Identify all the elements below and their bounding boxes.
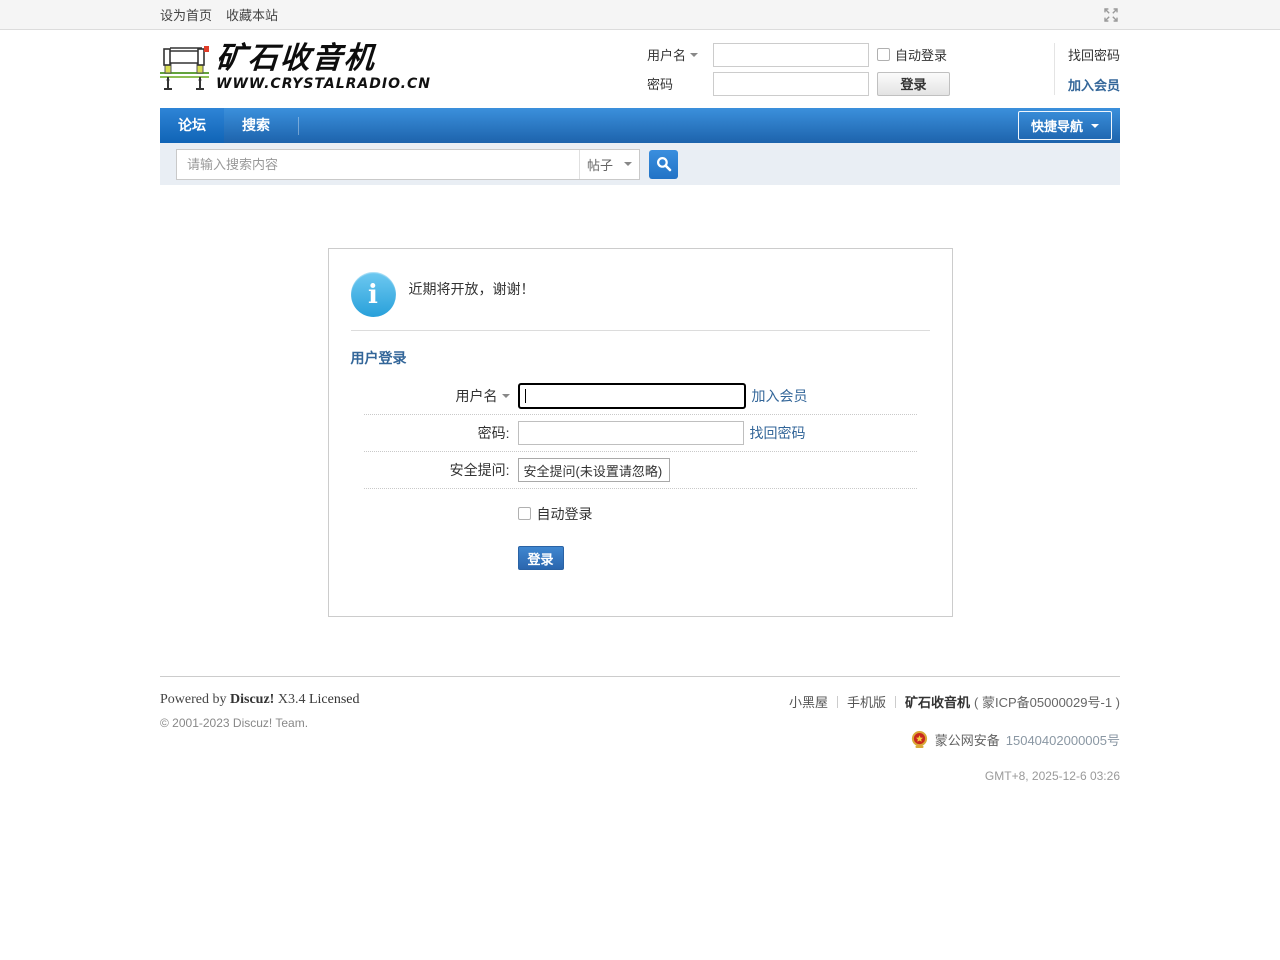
header-username-label: 用户名 <box>647 45 713 64</box>
nav-tab-forum[interactable]: 论坛 <box>160 108 224 143</box>
nav-tab-search[interactable]: 搜索 <box>224 108 288 143</box>
crystal-radio-logo-icon <box>160 44 212 95</box>
info-icon: i <box>351 272 396 317</box>
security-question-label-text: 安全提问: <box>450 460 510 480</box>
footer-left: Powered by Discuz! X3.4 Licensed © 2001-… <box>160 692 359 783</box>
site-header: 矿石收音机 WWW.CRYSTALRADIO.CN 用户名 自动登录 密码 登录 <box>160 30 1120 108</box>
timezone-timestamp: GMT+8, 2025-12-6 03:26 <box>789 769 1120 783</box>
security-question-value: 安全提问(未设置请忽略) <box>524 461 663 480</box>
login-button[interactable]: 登录 <box>518 546 564 570</box>
login-panel: i 近期将开放，谢谢！ 用户登录 用户名 加入会员 密码: 找回密码 安全提 <box>328 248 953 617</box>
search-scope-dropdown[interactable]: 帖子 <box>579 150 639 179</box>
username-input-wrap <box>518 383 746 409</box>
topbar: 设为首页 收藏本站 <box>0 0 1280 30</box>
quick-nav-button[interactable]: 快捷导航 <box>1018 111 1112 140</box>
footer-divider <box>895 696 896 708</box>
search-input[interactable] <box>177 150 579 179</box>
header-username-label-text: 用户名 <box>647 45 686 64</box>
checkbox-icon[interactable] <box>518 507 531 520</box>
security-question-label: 安全提问: <box>364 460 518 480</box>
login-button-row: 登录 <box>518 546 917 570</box>
password-label: 密码: <box>364 423 518 443</box>
darkroom-link[interactable]: 小黑屋 <box>789 692 828 711</box>
fullscreen-icon[interactable] <box>1102 6 1120 24</box>
login-panel-title: 用户登录 <box>329 331 952 378</box>
auto-login-checkbox[interactable]: 自动登录 <box>518 504 593 524</box>
police-registration-number: 15040402000005号 <box>1006 730 1120 749</box>
username-label-text: 用户名 <box>456 386 498 406</box>
copyright-text: © 2001-2023 Discuz! Team. <box>160 716 359 730</box>
header-login-form: 用户名 自动登录 密码 登录 <box>647 43 1041 96</box>
header-password-input[interactable] <box>713 72 869 96</box>
username-label: 用户名 <box>364 386 518 406</box>
header-links: 找回密码 加入会员 <box>1054 43 1120 95</box>
powered-by-line: Powered by Discuz! X3.4 Licensed <box>160 692 359 708</box>
auto-login-label: 自动登录 <box>537 504 593 524</box>
search-scope-label: 帖子 <box>587 155 613 174</box>
header-password-label-text: 密码 <box>647 74 673 93</box>
footer: Powered by Discuz! X3.4 Licensed © 2001-… <box>160 676 1120 813</box>
lost-password-link[interactable]: 找回密码 <box>1068 45 1120 64</box>
register-link[interactable]: 加入会员 <box>752 386 808 406</box>
login-form: 用户名 加入会员 密码: 找回密码 安全提问: 安全提问(未设置请忽略) <box>329 378 952 570</box>
set-home-link[interactable]: 设为首页 <box>160 5 212 24</box>
password-input[interactable] <box>518 421 744 445</box>
quick-nav-label: 快捷导航 <box>1031 116 1083 135</box>
footer-divider <box>837 696 838 708</box>
header-login-area: 用户名 自动登录 密码 登录 找回密码 加入会员 <box>647 43 1120 96</box>
header-password-label: 密码 <box>647 74 713 93</box>
chevron-down-icon[interactable] <box>690 53 698 61</box>
footer-links: 小黑屋 手机版 矿石收音机 ( 蒙ICP备05000029号-1 ) <box>789 692 1120 711</box>
discuz-link[interactable]: Discuz! <box>230 692 274 707</box>
chevron-down-icon <box>624 162 632 170</box>
icp-number: ( 蒙ICP备05000029号-1 ) <box>974 692 1120 711</box>
notice-message: 近期将开放，谢谢！ <box>409 279 535 317</box>
search-button[interactable] <box>649 150 678 179</box>
username-row: 用户名 加入会员 <box>364 378 917 415</box>
logo-text: 矿石收音机 WWW.CRYSTALRADIO.CN <box>216 44 431 92</box>
header-auto-login-label: 自动登录 <box>895 45 947 64</box>
header-login-button-cell: 登录 <box>871 72 1041 96</box>
checkbox-icon[interactable] <box>877 48 890 61</box>
discuz-version: X3.4 <box>278 692 306 707</box>
security-question-select[interactable]: 安全提问(未设置请忽略) <box>518 458 670 482</box>
chevron-down-icon[interactable] <box>502 394 510 402</box>
chevron-down-icon <box>1091 124 1099 132</box>
register-link[interactable]: 加入会员 <box>1068 75 1120 94</box>
auto-login-row: 自动登录 <box>364 495 917 532</box>
logo-title: 矿石收音机 <box>215 44 432 74</box>
mobile-version-link[interactable]: 手机版 <box>847 692 886 711</box>
site-logo[interactable]: 矿石收音机 WWW.CRYSTALRADIO.CN <box>160 44 431 95</box>
police-registration-link[interactable]: 蒙公网安备 <box>935 730 1000 749</box>
username-input[interactable] <box>518 383 746 409</box>
site-name-link[interactable]: 矿石收音机 <box>905 692 970 711</box>
header-auto-login-checkbox[interactable]: 自动登录 <box>877 45 1041 64</box>
password-label-text: 密码: <box>478 423 510 443</box>
password-row: 密码: 找回密码 <box>364 415 917 452</box>
lost-password-link[interactable]: 找回密码 <box>750 423 806 443</box>
header-login-button[interactable]: 登录 <box>877 72 950 96</box>
nav-divider <box>298 117 299 135</box>
powered-by-text: Powered by <box>160 692 227 707</box>
licensed-link[interactable]: Licensed <box>309 692 360 707</box>
search-box: 帖子 <box>176 149 640 180</box>
search-icon <box>656 156 672 172</box>
topbar-inner: 设为首页 收藏本站 <box>160 0 1120 29</box>
security-question-row: 安全提问: 安全提问(未设置请忽略) <box>364 452 917 489</box>
police-registration-row: 蒙公网安备 15040402000005号 <box>789 730 1120 749</box>
search-strip: 帖子 <box>160 143 1120 185</box>
main-nav: 论坛 搜索 快捷导航 <box>160 108 1120 143</box>
logo-url: WWW.CRYSTALRADIO.CN <box>216 76 431 92</box>
bookmark-link[interactable]: 收藏本站 <box>226 5 278 24</box>
police-badge-icon <box>910 730 929 749</box>
text-cursor <box>525 389 526 403</box>
header-username-input[interactable] <box>713 43 869 67</box>
footer-right: 小黑屋 手机版 矿石收音机 ( 蒙ICP备05000029号-1 ) 蒙公网安备… <box>789 692 1120 783</box>
notice-box: i 近期将开放，谢谢！ <box>329 249 952 330</box>
